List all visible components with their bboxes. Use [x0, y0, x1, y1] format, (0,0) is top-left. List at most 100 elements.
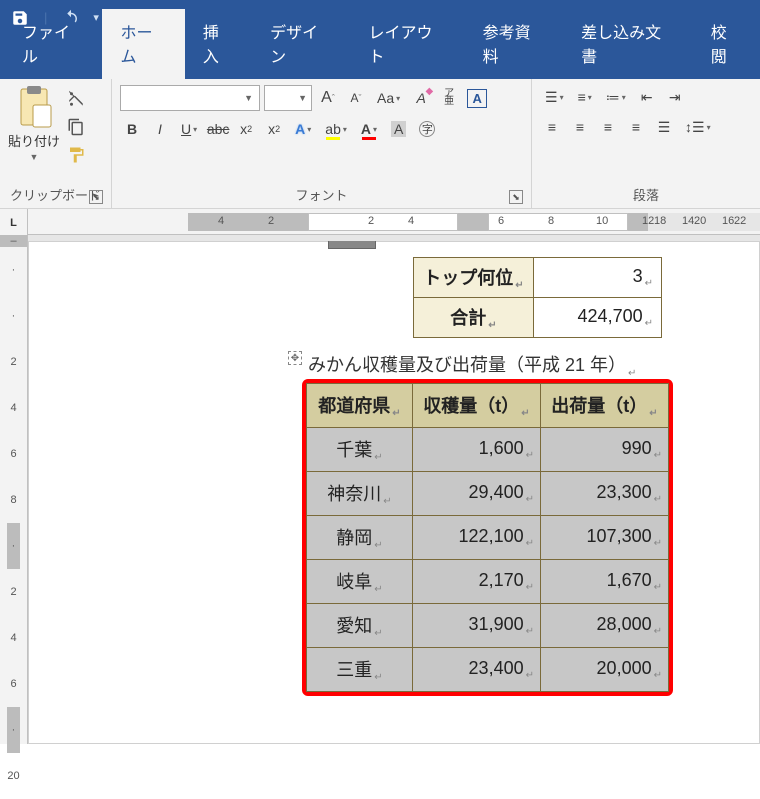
table-cell[interactable]: 千葉↵: [307, 428, 413, 472]
paste-button[interactable]: 貼り付け ▼: [8, 85, 60, 183]
table-cell[interactable]: 神奈川↵: [307, 472, 413, 516]
font-size-combo[interactable]: ▼: [264, 85, 312, 111]
top-rank-value: 3: [633, 266, 643, 286]
tab-review[interactable]: 校閲: [693, 9, 760, 79]
text-effects-button[interactable]: A▾: [290, 117, 316, 141]
distributed-button[interactable]: ☰: [652, 115, 676, 139]
table-header[interactable]: 都道府県↵: [307, 384, 413, 428]
justify-button[interactable]: ≡: [624, 115, 648, 139]
italic-button[interactable]: I: [148, 117, 172, 141]
table-cell[interactable]: 28,000↵: [541, 604, 669, 648]
font-name-combo[interactable]: ▼: [120, 85, 260, 111]
enclose-char-button[interactable]: 字: [415, 117, 439, 141]
tab-home[interactable]: ホーム: [102, 9, 184, 79]
font-color-button[interactable]: A▾: [356, 117, 382, 141]
ruler-number: 18: [654, 215, 666, 227]
top-rank-label: トップ何位: [423, 268, 513, 288]
total-value: 424,700: [578, 306, 643, 326]
table-row[interactable]: 千葉↵1,600↵990↵: [307, 428, 669, 472]
increase-indent-button[interactable]: ⇥: [663, 85, 687, 109]
ribbon: 貼り付け ▼ クリップボード⬊ ▼ ▼: [0, 79, 760, 209]
vruler-mark: 4: [7, 615, 19, 661]
table-header[interactable]: 出荷量（t）↵: [541, 384, 669, 428]
table-cell[interactable]: 岐阜↵: [307, 560, 413, 604]
ruler-number: 14: [682, 215, 694, 227]
align-left-button[interactable]: ≡: [540, 115, 564, 139]
document-area: L – ··2468·246·20 42246810121416182022 ト…: [0, 209, 760, 744]
tab-references[interactable]: 参考資料: [465, 9, 563, 79]
table-row[interactable]: 愛知↵31,900↵28,000↵: [307, 604, 669, 648]
grow-font-button[interactable]: Aˆ: [316, 86, 340, 110]
ruler-number: 4: [218, 215, 224, 227]
horizontal-ruler[interactable]: 42246810121416182022: [28, 209, 760, 235]
table-cell[interactable]: 1,670↵: [541, 560, 669, 604]
vruler-mark: 2: [7, 569, 19, 615]
change-case-button[interactable]: Aa▾: [372, 86, 405, 110]
table-cell[interactable]: 23,400↵: [413, 648, 541, 692]
table-move-handle[interactable]: ✥: [288, 351, 302, 365]
clear-formatting-button[interactable]: A◆: [409, 86, 433, 110]
ruler-number: 10: [596, 215, 608, 227]
table-cell[interactable]: 122,100↵: [413, 516, 541, 560]
tab-design[interactable]: デザイン: [252, 9, 350, 79]
paste-dropdown[interactable]: ▼: [30, 152, 39, 162]
paragraph-group-label: 段落: [633, 188, 659, 203]
table-caption: みかん収穫量及び出荷量（平成 21 年）: [308, 355, 626, 375]
clipboard-dialog-launcher[interactable]: ⬊: [89, 190, 103, 204]
font-group-label: フォント: [295, 188, 347, 203]
bold-button[interactable]: B: [120, 117, 144, 141]
ruler-number: 2: [268, 215, 274, 227]
table-cell[interactable]: 三重↵: [307, 648, 413, 692]
data-table[interactable]: 都道府県↵収穫量（t）↵出荷量（t）↵ 千葉↵1,600↵990↵神奈川↵29,…: [306, 383, 669, 692]
font-dialog-launcher[interactable]: ⬊: [509, 190, 523, 204]
table-cell[interactable]: 31,900↵: [413, 604, 541, 648]
table-cell[interactable]: 愛知↵: [307, 604, 413, 648]
tab-insert[interactable]: 挿入: [185, 9, 252, 79]
tab-stop-indicator: [328, 241, 376, 249]
table-cell[interactable]: 静岡↵: [307, 516, 413, 560]
format-painter-icon[interactable]: [66, 145, 86, 165]
strikethrough-button[interactable]: abc: [206, 117, 230, 141]
ruler-number: 2: [368, 215, 374, 227]
document-page[interactable]: トップ何位↵ 3↵ 合計↵ 424,700↵ ✥ みかん収穫量及び出荷量（平成 …: [28, 241, 760, 744]
table-cell[interactable]: 20,000↵: [541, 648, 669, 692]
highlight-button[interactable]: ab▾: [320, 117, 352, 141]
align-right-button[interactable]: ≡: [596, 115, 620, 139]
table-header[interactable]: 収穫量（t）↵: [413, 384, 541, 428]
numbering-button[interactable]: ≡▾: [573, 85, 597, 109]
summary-table[interactable]: トップ何位↵ 3↵ 合計↵ 424,700↵: [413, 257, 662, 338]
table-cell[interactable]: 29,400↵: [413, 472, 541, 516]
cut-icon[interactable]: [66, 89, 86, 109]
table-cell[interactable]: 990↵: [541, 428, 669, 472]
tab-mailings[interactable]: 差し込み文書: [563, 9, 693, 79]
decrease-indent-button[interactable]: ⇤: [635, 85, 659, 109]
shrink-font-button[interactable]: Aˇ: [344, 86, 368, 110]
vertical-ruler[interactable]: L – ··2468·246·20: [0, 209, 28, 744]
table-row[interactable]: 岐阜↵2,170↵1,670↵: [307, 560, 669, 604]
char-shading-button[interactable]: A: [386, 117, 411, 141]
vruler-mark: ·: [7, 523, 19, 569]
phonetic-guide-button[interactable]: ア亜: [437, 86, 461, 110]
table-cell[interactable]: 1,600↵: [413, 428, 541, 472]
ruler-number: 12: [642, 215, 654, 227]
clipboard-icon: [15, 85, 53, 129]
tab-file[interactable]: ファイル: [4, 9, 102, 79]
superscript-button[interactable]: x2: [262, 117, 286, 141]
copy-icon[interactable]: [66, 117, 86, 137]
table-cell[interactable]: 107,300↵: [541, 516, 669, 560]
table-row[interactable]: 静岡↵122,100↵107,300↵: [307, 516, 669, 560]
subscript-button[interactable]: x2: [234, 117, 258, 141]
multilevel-list-button[interactable]: ≔▾: [601, 85, 631, 109]
table-row[interactable]: 三重↵23,400↵20,000↵: [307, 648, 669, 692]
table-row[interactable]: 神奈川↵29,400↵23,300↵: [307, 472, 669, 516]
table-cell[interactable]: 2,170↵: [413, 560, 541, 604]
character-border-button[interactable]: A: [465, 86, 489, 110]
line-spacing-button[interactable]: ↕☰▾: [680, 115, 716, 139]
vruler-mark: 6: [7, 431, 19, 477]
table-cell[interactable]: 23,300↵: [541, 472, 669, 516]
bullets-button[interactable]: ☰▾: [540, 85, 569, 109]
align-center-button[interactable]: ≡: [568, 115, 592, 139]
underline-button[interactable]: U▾: [176, 117, 202, 141]
ruler-number: 4: [408, 215, 414, 227]
tab-layout[interactable]: レイアウト: [351, 9, 465, 79]
